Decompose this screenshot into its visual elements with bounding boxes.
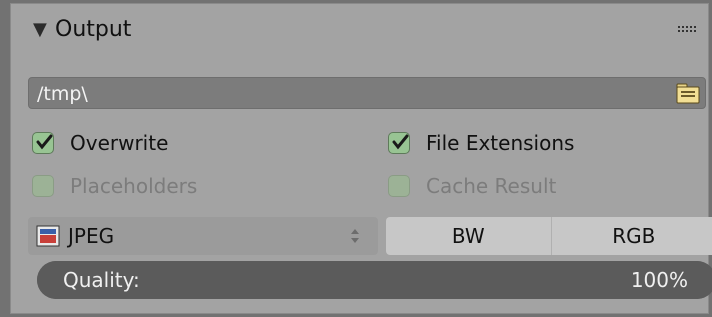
output-path-value: /tmp\ [37, 83, 88, 105]
placeholders-option[interactable]: Placeholders [32, 174, 197, 198]
file-format-select[interactable]: JPEG [28, 217, 378, 255]
file-extensions-option[interactable]: File Extensions [388, 131, 574, 155]
panel-header[interactable]: ▼ Output [11, 4, 708, 54]
overwrite-option[interactable]: Overwrite [32, 131, 168, 155]
color-mode-rgb-button[interactable]: RGB [550, 217, 712, 255]
placeholders-label: Placeholders [70, 174, 198, 198]
checkmark-icon [392, 134, 409, 150]
updown-arrows-icon [351, 229, 359, 243]
placeholders-checkbox[interactable] [32, 175, 54, 197]
quality-label: Quality: [63, 268, 140, 292]
disclosure-triangle-icon[interactable]: ▼ [33, 21, 47, 39]
folder-browse-icon[interactable] [675, 81, 701, 105]
checkmark-icon [36, 134, 53, 150]
color-mode-bw-button[interactable]: BW [386, 217, 551, 255]
output-panel: ▼ Output /tmp\ Overwrite File Extensions… [10, 3, 712, 314]
quality-value: 100% [630, 268, 688, 292]
file-extensions-checkbox[interactable] [388, 132, 410, 154]
cache-result-checkbox[interactable] [388, 175, 410, 197]
drag-grip-icon[interactable] [678, 26, 698, 36]
file-extensions-label: File Extensions [426, 131, 575, 155]
output-path-field[interactable]: /tmp\ [28, 77, 706, 109]
quality-slider[interactable]: Quality: 100% [37, 261, 712, 299]
file-format-value: JPEG [68, 224, 115, 248]
cache-result-option[interactable]: Cache Result [388, 174, 556, 198]
image-file-icon [36, 225, 60, 247]
color-mode-toggle: BW RGB [386, 217, 712, 255]
cache-result-label: Cache Result [426, 174, 557, 198]
panel-title: Output [55, 17, 132, 42]
overwrite-label: Overwrite [70, 131, 169, 155]
overwrite-checkbox[interactable] [32, 132, 54, 154]
